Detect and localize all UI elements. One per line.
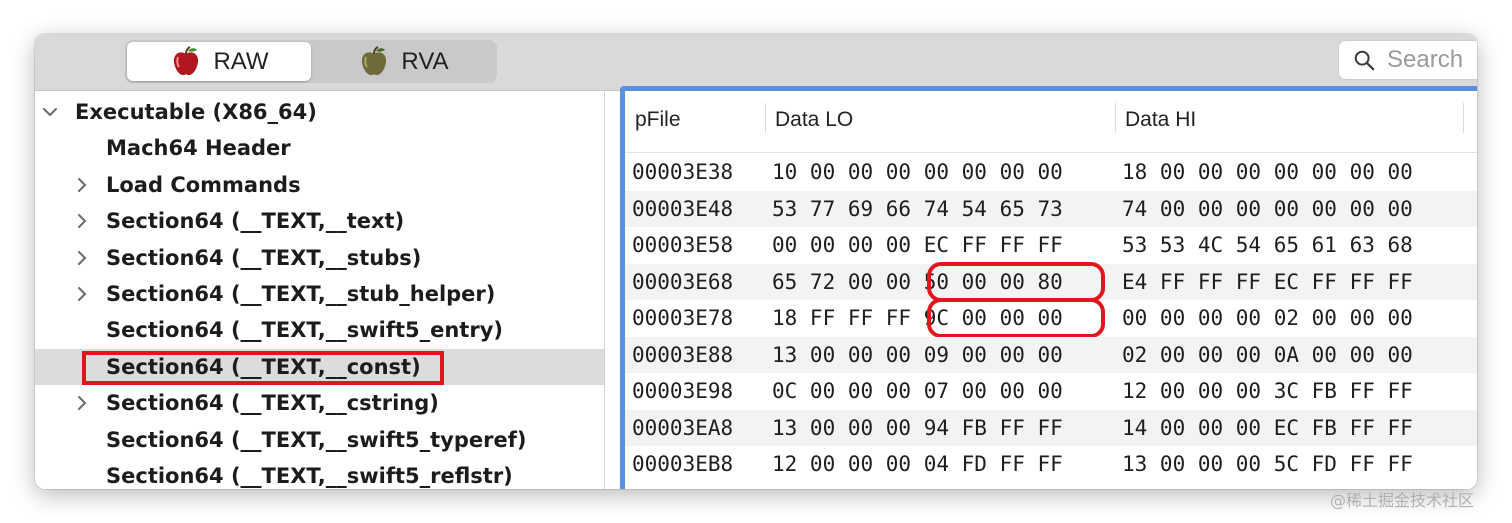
chevron-right-icon[interactable] (73, 249, 91, 267)
table-row[interactable]: 00003E68 65 72 00 00 50 00 00 80 E4 FF FF … (625, 261, 1477, 302)
pfile-cell: 00003E98 (632, 379, 734, 404)
tree-item[interactable]: Section64 (__TEXT,__swift5_entry) (35, 312, 604, 348)
tree-item-label: Section64 (__TEXT,__stub_helper) (106, 282, 496, 306)
tree-item[interactable]: Load Commands (35, 167, 604, 203)
table-row[interactable]: 00003E78 18 FF FF FF 9C 00 00 00 00 00 00 … (625, 298, 1477, 338)
search-field[interactable] (1338, 40, 1477, 80)
data-lo-cell: 13 00 00 00 94 FB FF FF (772, 415, 1063, 440)
watermark: @稀土掘金技术社区 (1330, 491, 1475, 510)
apple-icon (362, 45, 387, 75)
column-header-pfile[interactable]: pFile (635, 108, 681, 132)
data-hi-cell: 53 53 4C 54 65 61 63 68 (1122, 233, 1413, 258)
structure-tree: Executable (X86_64) Mach64 Header Load Com… (35, 92, 605, 489)
table-row[interactable]: 00003EA8 13 00 00 00 94 FB FF FF 14 00 00 … (625, 409, 1477, 446)
tree-item[interactable]: Section64 (__TEXT,__text) (35, 203, 604, 239)
toolbar: RAW RVA (35, 34, 1477, 91)
column-header-data-lo[interactable]: Data LO (775, 108, 853, 132)
data-hi-cell: 13 00 00 00 5C FD FF FF (1122, 452, 1413, 477)
tree-item[interactable]: Mach64 Header (35, 130, 604, 166)
search-input[interactable] (1387, 46, 1477, 74)
data-lo-cell: 10 00 00 00 00 00 00 00 (772, 160, 1063, 185)
data-lo-cell: 12 00 00 00 04 FD FF FF (772, 452, 1063, 477)
tree-item[interactable]: Section64 (__TEXT,__cstring) (35, 385, 604, 421)
chevron-down-icon[interactable] (41, 103, 59, 121)
chevron-right-icon[interactable] (73, 212, 91, 230)
tree-item[interactable]: Section64 (__TEXT,__swift5_reflstr) (35, 458, 604, 489)
column-divider[interactable] (1115, 103, 1116, 133)
data-lo-cell: 18 FF FF FF 9C 00 00 00 (772, 306, 1063, 331)
data-hi-cell: 00 00 00 00 02 00 00 00 (1122, 306, 1413, 331)
tree-item-label: Executable (X86_64) (75, 100, 317, 124)
tree-item[interactable]: Section64 (__TEXT,__const) (35, 348, 604, 385)
data-hi-cell: 14 00 00 00 EC FB FF FF (1122, 415, 1413, 440)
table-row[interactable]: 00003E38 10 00 00 00 00 00 00 00 18 00 00 … (625, 154, 1477, 191)
tree-item-label: Section64 (__TEXT,__cstring) (106, 391, 439, 416)
rva-mode-label: RVA (401, 47, 449, 75)
tree-item-label: Section64 (__TEXT,__stubs) (106, 245, 422, 270)
pfile-cell: 00003E58 (632, 233, 734, 258)
pfile-cell: 00003E78 (632, 306, 734, 331)
table-row[interactable]: 00003E58 00 00 00 00 EC FF FF FF 53 53 4C … (625, 227, 1477, 264)
search-icon (1354, 50, 1375, 71)
data-lo-cell: 00 00 00 00 EC FF FF FF (772, 233, 1063, 258)
tree-item-label: Section64 (__TEXT,__text) (106, 209, 405, 234)
raw-mode-label: RAW (213, 47, 269, 75)
column-divider[interactable] (765, 103, 766, 133)
hex-data-table: pFile Data LO Data HI 00003E38 10 00 00 0… (620, 86, 1477, 489)
table-header: pFile Data LO Data HI (625, 91, 1477, 153)
pfile-cell: 00003EB8 (632, 452, 734, 477)
data-lo-cell: 65 72 00 00 50 00 00 80 (772, 269, 1063, 294)
tree-item[interactable]: Section64 (__TEXT,__stub_helper) (35, 276, 604, 312)
view-mode-segmented-control: RAW RVA (125, 40, 497, 83)
tree-item-label: Section64 (__TEXT,__swift5_typeref) (106, 427, 527, 452)
pfile-cell: 00003E68 (632, 269, 734, 294)
rva-mode-button[interactable]: RVA (311, 42, 495, 81)
table-row[interactable]: 00003E98 0C 00 00 00 07 00 00 00 12 00 00 … (625, 373, 1477, 410)
raw-mode-button[interactable]: RAW (127, 42, 311, 81)
data-hi-cell: 74 00 00 00 00 00 00 00 (1122, 196, 1413, 221)
chevron-right-icon[interactable] (73, 394, 91, 412)
chevron-right-icon[interactable] (73, 176, 91, 194)
tree-item[interactable]: Executable (X86_64) (35, 94, 604, 130)
table-row[interactable]: 00003E48 53 77 69 66 74 54 65 73 74 00 00 … (625, 190, 1477, 227)
data-hi-cell: 12 00 00 00 3C FB FF FF (1122, 379, 1413, 404)
tree-item-label: Section64 (__TEXT,__swift5_entry) (106, 318, 503, 343)
app-window: RAW RVA Executable (X86_64) Mach64 Header… (35, 34, 1477, 489)
data-hi-cell: 02 00 00 00 0A 00 00 00 (1122, 342, 1413, 367)
table-row[interactable]: 00003E88 13 00 00 00 09 00 00 00 02 00 00 … (625, 336, 1477, 373)
pfile-cell: 00003E38 (632, 160, 734, 185)
chevron-right-icon[interactable] (73, 285, 91, 303)
data-lo-cell: 53 77 69 66 74 54 65 73 (772, 196, 1063, 221)
pfile-cell: 00003E48 (632, 196, 734, 221)
column-header-data-hi[interactable]: Data HI (1125, 108, 1196, 132)
tree-item[interactable]: Section64 (__TEXT,__stubs) (35, 240, 604, 276)
tree-item-label: Section64 (__TEXT,__swift5_reflstr) (106, 464, 513, 488)
tree-item-label: Mach64 Header (106, 136, 291, 161)
apple-icon (174, 45, 199, 75)
pfile-cell: 00003E88 (632, 342, 734, 367)
pfile-cell: 00003EA8 (632, 415, 734, 440)
table-row[interactable]: 00003EB8 12 00 00 00 04 FD FF FF 13 00 00 … (625, 446, 1477, 483)
tree-item-label: Load Commands (106, 172, 301, 197)
tree-item-label: Section64 (__TEXT,__const) (106, 354, 421, 379)
column-divider[interactable] (1463, 103, 1464, 133)
tree-item[interactable]: Section64 (__TEXT,__swift5_typeref) (35, 422, 604, 458)
data-lo-cell: 13 00 00 00 09 00 00 00 (772, 342, 1063, 367)
data-hi-cell: E4 FF FF FF EC FF FF FF (1122, 269, 1413, 294)
data-hi-cell: 18 00 00 00 00 00 00 00 (1122, 160, 1413, 185)
data-lo-cell: 0C 00 00 00 07 00 00 00 (772, 379, 1063, 404)
